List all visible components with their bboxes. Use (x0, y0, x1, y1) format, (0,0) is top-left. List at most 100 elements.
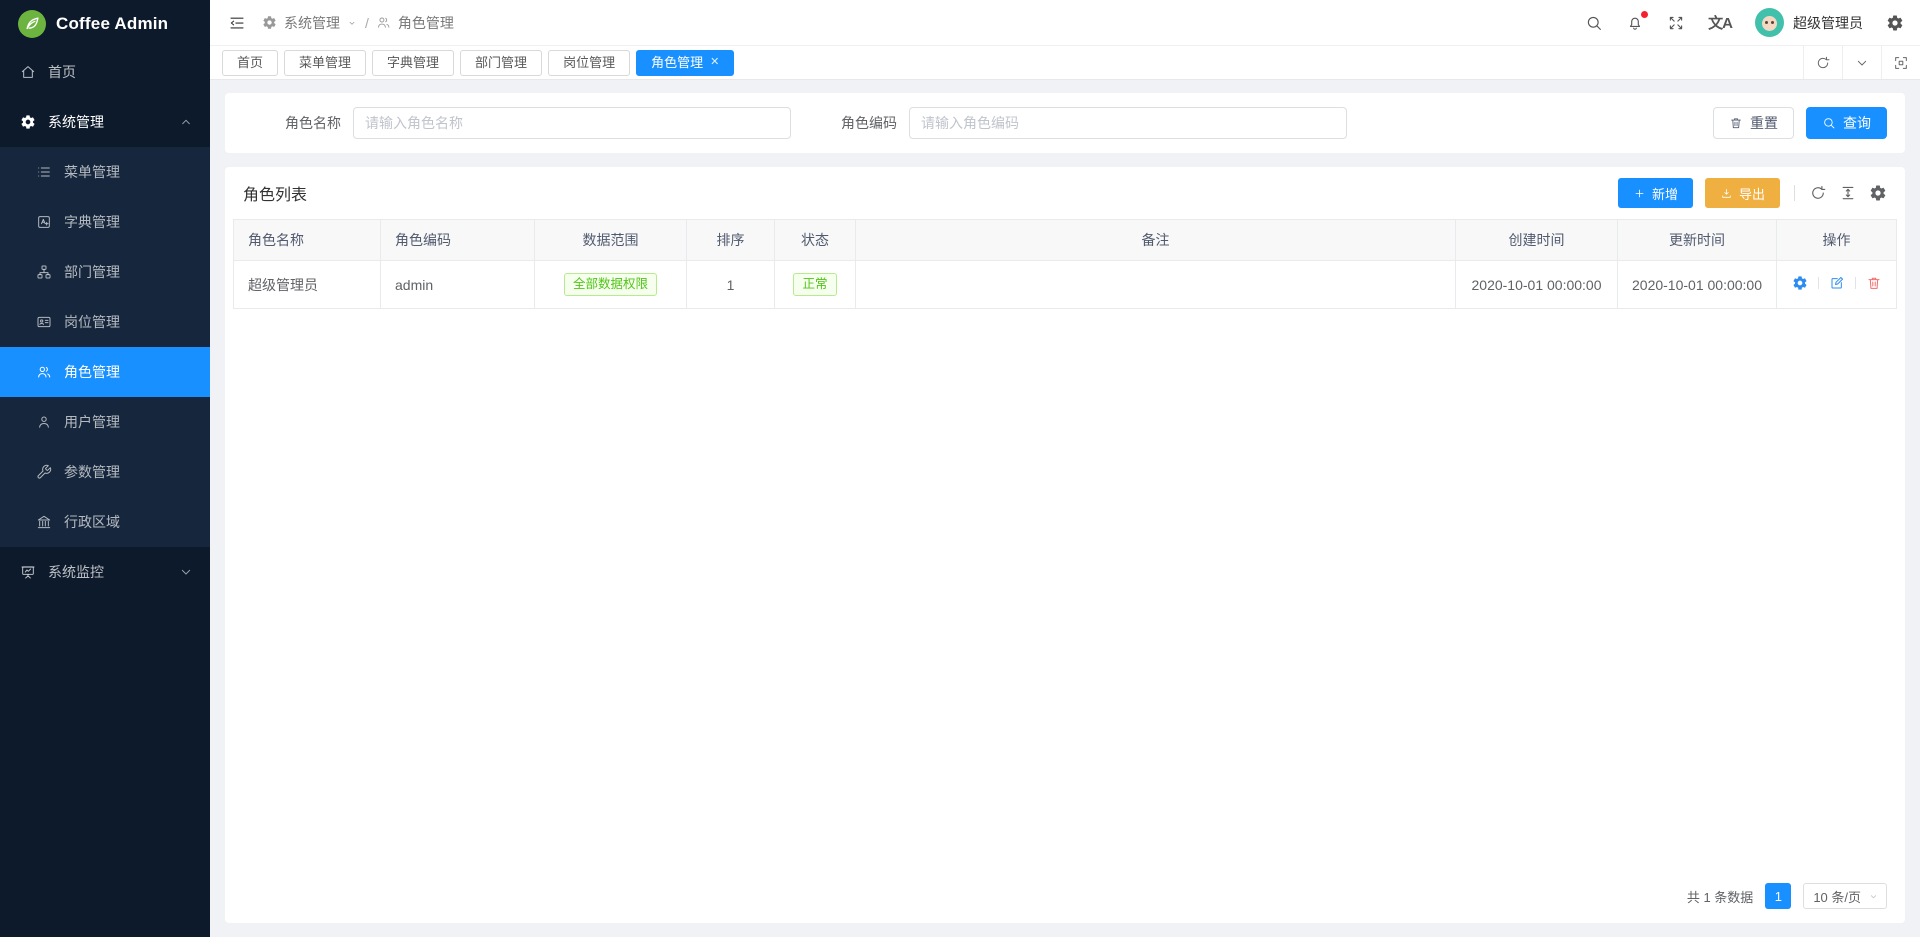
user-menu[interactable]: 超级管理员 (1755, 8, 1863, 37)
tab-post-management[interactable]: 岗位管理 (548, 50, 630, 76)
pagination: 共 1 条数据 1 10 条/页 (233, 869, 1897, 923)
col-status: 状态 (775, 220, 856, 261)
column-settings-gear-icon[interactable] (1869, 184, 1887, 202)
user-icon (36, 414, 52, 430)
cell-status: 正常 (775, 261, 856, 309)
chevron-down-icon[interactable] (1842, 46, 1881, 79)
tab-dict-management[interactable]: 字典管理 (372, 50, 454, 76)
refresh-icon[interactable] (1809, 184, 1827, 202)
settings-gear-icon[interactable] (1886, 14, 1904, 32)
search-icon[interactable] (1585, 14, 1603, 32)
sidebar-item-user-management[interactable]: 用户管理 (0, 397, 210, 447)
col-updated: 更新时间 (1618, 220, 1777, 261)
sidebar-item-admin-region[interactable]: 行政区域 (0, 497, 210, 547)
col-role-name: 角色名称 (234, 220, 381, 261)
app-logo: Coffee Admin (0, 0, 210, 47)
bank-icon (36, 514, 52, 530)
list-icon (36, 164, 52, 180)
sidebar-item-dept-management[interactable]: 部门管理 (0, 247, 210, 297)
card-header: 角色列表 新增 导出 (233, 167, 1897, 219)
tabs-bar: 首页 菜单管理 字典管理 部门管理 岗位管理 角色管理 ✕ (210, 46, 1920, 80)
export-button[interactable]: 导出 (1705, 178, 1780, 208)
breadcrumb: 系统管理 / 角色管理 (262, 13, 454, 33)
id-card-icon (36, 314, 52, 330)
tab-role-management[interactable]: 角色管理 ✕ (636, 50, 734, 76)
dictionary-icon (36, 214, 52, 230)
sidebar-item-home[interactable]: 首页 (0, 47, 210, 97)
role-code-label: 角色编码 (841, 113, 897, 133)
pagination-total: 共 1 条数据 (1687, 887, 1753, 906)
cell-updated: 2020-10-01 00:00:00 (1618, 261, 1777, 309)
search-form: 角色名称 角色编码 重置 查询 (225, 93, 1905, 153)
cell-data-scope: 全部数据权限 (535, 261, 687, 309)
cell-remark (856, 261, 1456, 309)
roles-icon (376, 15, 391, 30)
row-edit-icon[interactable] (1829, 275, 1845, 291)
translate-icon[interactable]: 文A (1708, 12, 1732, 33)
tab-menu-management[interactable]: 菜单管理 (284, 50, 366, 76)
sidebar-item-role-management[interactable]: 角色管理 (0, 347, 210, 397)
table-row[interactable]: 超级管理员 admin 全部数据权限 1 正常 2020-10-01 00:00… (234, 261, 1897, 309)
notification-badge (1641, 11, 1648, 18)
chevron-up-icon (178, 114, 194, 130)
home-icon (20, 64, 36, 80)
page-content: 角色名称 角色编码 重置 查询 角色列表 (210, 80, 1920, 937)
maximize-view-icon[interactable] (1881, 46, 1920, 79)
close-icon[interactable]: ✕ (710, 57, 719, 68)
menu-fold-icon[interactable] (228, 14, 246, 32)
sidebar-item-system-monitor[interactable]: 系统监控 (0, 547, 210, 597)
page-size-select[interactable]: 10 条/页 (1803, 883, 1887, 909)
data-scope-tag: 全部数据权限 (564, 273, 657, 296)
reset-button[interactable]: 重置 (1713, 107, 1794, 139)
spring-leaf-icon (18, 10, 46, 38)
cell-sort: 1 (687, 261, 775, 309)
sidebar: Coffee Admin 首页 系统管理 菜单管理 字典管理 部门管理 (0, 0, 210, 937)
divider (1818, 277, 1819, 289)
col-remark: 备注 (856, 220, 1456, 261)
status-badge: 正常 (793, 273, 836, 296)
page-number-button[interactable]: 1 (1765, 883, 1791, 909)
user-name: 超级管理员 (1793, 13, 1863, 33)
col-actions: 操作 (1777, 220, 1897, 261)
role-list-card: 角色列表 新增 导出 (225, 167, 1905, 923)
chevron-down-icon (178, 564, 194, 580)
sidebar-item-post-management[interactable]: 岗位管理 (0, 297, 210, 347)
add-button[interactable]: 新增 (1618, 178, 1693, 208)
breadcrumb-level1[interactable]: 系统管理 (284, 13, 358, 33)
tabs-controls (1803, 46, 1920, 79)
row-permissions-gear-icon[interactable] (1792, 275, 1808, 291)
table-header-row: 角色名称 角色编码 数据范围 排序 状态 备注 创建时间 更新时间 操作 (234, 220, 1897, 261)
refresh-icon[interactable] (1803, 46, 1842, 79)
divider (1794, 185, 1795, 201)
plus-icon (1633, 187, 1646, 200)
col-sort: 排序 (687, 220, 775, 261)
org-tree-icon (36, 264, 52, 280)
sidebar-item-param-management[interactable]: 参数管理 (0, 447, 210, 497)
role-name-input[interactable] (353, 107, 791, 139)
notification-bell-icon[interactable] (1626, 14, 1644, 32)
header-actions: 文A 超级管理员 (1585, 8, 1904, 37)
tab-dept-management[interactable]: 部门管理 (460, 50, 542, 76)
sidebar-item-menu-management[interactable]: 菜单管理 (0, 147, 210, 197)
cell-role-name: 超级管理员 (234, 261, 381, 309)
sidebar-item-dict-management[interactable]: 字典管理 (0, 197, 210, 247)
cell-created: 2020-10-01 00:00:00 (1456, 261, 1618, 309)
row-height-icon[interactable] (1839, 184, 1857, 202)
sidebar-item-system-management[interactable]: 系统管理 (0, 97, 210, 147)
card-title: 角色列表 (243, 181, 307, 205)
chevron-down-icon (346, 17, 358, 29)
col-role-code: 角色编码 (381, 220, 535, 261)
row-delete-trash-icon[interactable] (1866, 275, 1882, 291)
gear-icon (262, 15, 277, 30)
sidebar-menu: 首页 系统管理 菜单管理 字典管理 部门管理 岗位管理 (0, 47, 210, 937)
fullscreen-icon[interactable] (1667, 14, 1685, 32)
roles-table: 角色名称 角色编码 数据范围 排序 状态 备注 创建时间 更新时间 操作 超级管… (233, 219, 1897, 309)
system-submenu: 菜单管理 字典管理 部门管理 岗位管理 角色管理 用户管理 (0, 147, 210, 547)
tab-home[interactable]: 首页 (222, 50, 278, 76)
role-code-input[interactable] (909, 107, 1347, 139)
query-button[interactable]: 查询 (1806, 107, 1887, 139)
breadcrumb-level2[interactable]: 角色管理 (398, 13, 454, 33)
role-name-label: 角色名称 (285, 113, 341, 133)
cell-role-code: admin (381, 261, 535, 309)
col-created: 创建时间 (1456, 220, 1618, 261)
